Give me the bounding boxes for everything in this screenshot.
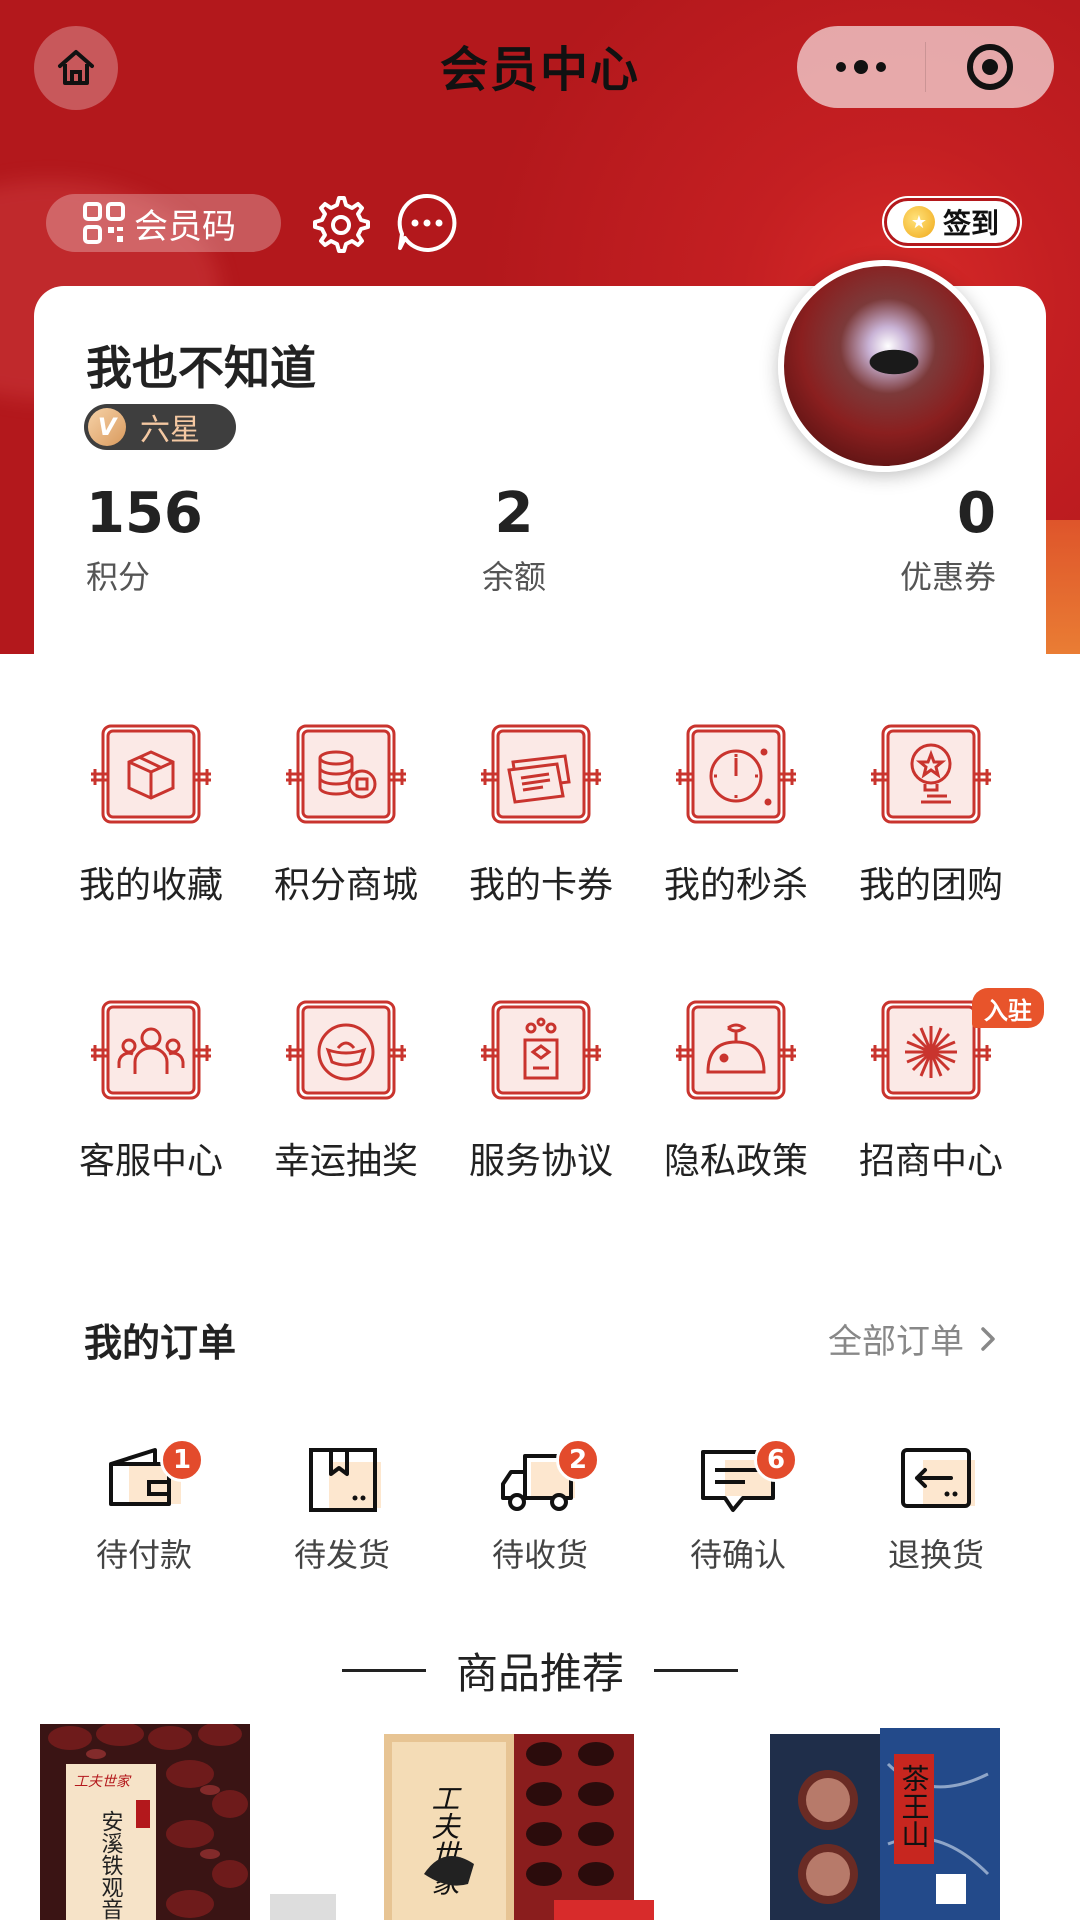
ticket-icon	[481, 724, 601, 824]
more-button[interactable]	[797, 26, 925, 108]
close-miniapp-button[interactable]	[926, 26, 1054, 108]
coupons-stat[interactable]: 0 优惠券	[900, 486, 996, 598]
grid-item-points-mall[interactable]: 积分商城	[251, 722, 441, 908]
order-status-label: 待确认	[689, 1536, 786, 1574]
target-icon	[967, 44, 1013, 90]
product-image-gift-box: 工夫世家	[384, 1734, 654, 1920]
all-orders-link[interactable]: 全部订单	[828, 1314, 996, 1363]
balance-label: 余额	[481, 558, 546, 596]
people-icon	[91, 1000, 211, 1100]
product-image-tieguanyin: 工夫世家 安溪铁观音	[40, 1724, 336, 1920]
grid-item-group-buy[interactable]: 我的团购	[836, 722, 1026, 908]
grid-item-flash-sale[interactable]: 我的秒杀	[641, 722, 831, 908]
order-pending-payment[interactable]: 1 待付款	[84, 1438, 204, 1576]
order-pending-receipt[interactable]: 2 待收货	[480, 1438, 600, 1576]
grid-item-service-agreement[interactable]: 服务协议	[446, 998, 636, 1184]
order-status-label: 待收货	[491, 1536, 588, 1574]
product-image-tea-king-mountain: 茶王山	[770, 1728, 1000, 1920]
chevron-right-icon	[981, 1326, 995, 1351]
service-grid-row-2: 客服中心 幸运抽奖 服务协议 隐私政策 招商中心 入驻	[56, 988, 1044, 1184]
order-status-label: 待付款	[95, 1536, 192, 1574]
recommend-title-text: 商品推荐	[455, 1649, 624, 1698]
grid-label: 我的收藏	[78, 865, 223, 906]
order-status-label: 待发货	[293, 1536, 390, 1574]
contract-icon	[481, 1000, 601, 1100]
product-card[interactable]: 工夫世家 安溪铁观音	[40, 1724, 336, 1920]
member-level-label: 六星	[140, 413, 200, 448]
order-count-badge: 2	[556, 1438, 600, 1482]
product-list: 工夫世家 安溪铁观音 工夫世家 茶王山	[0, 1724, 1080, 1920]
product-name-text: 安溪铁观音	[98, 1810, 124, 1920]
grid-label: 我的秒杀	[663, 865, 808, 906]
coins-icon	[286, 724, 406, 824]
grid-label: 幸运抽奖	[273, 1141, 418, 1182]
member-level-badge[interactable]: V 六星	[84, 404, 236, 450]
member-code-button[interactable]: 会员码	[46, 194, 281, 252]
star-badge-icon	[871, 724, 991, 824]
product-brand-text: 工夫世家	[74, 1774, 132, 1790]
coupons-label: 优惠券	[899, 558, 996, 596]
all-orders-label: 全部订单	[828, 1322, 964, 1362]
username: 我也不知道	[86, 341, 316, 395]
balance-stat[interactable]: 2 余额	[454, 486, 574, 598]
title-divider-right	[654, 1669, 738, 1672]
join-tag: 入驻	[972, 988, 1044, 1028]
grid-item-privacy-policy[interactable]: 隐私政策	[641, 998, 831, 1184]
order-status-row: 1 待付款 待发货 2 待收货 6 待确认 退换货	[84, 1438, 996, 1576]
order-count-badge: 1	[160, 1438, 204, 1482]
product-card[interactable]: 茶王山	[770, 1724, 1020, 1920]
grid-label: 积分商城	[273, 865, 418, 906]
balance-value: 2	[494, 481, 534, 546]
service-grid-row-1: 我的收藏 积分商城 我的卡券 我的秒杀 我的团购	[56, 722, 1026, 908]
grid-item-customer-service[interactable]: 客服中心	[56, 998, 246, 1184]
message-chat-icon[interactable]	[394, 190, 460, 256]
gold-ingot-icon	[286, 1000, 406, 1100]
orders-section-title: 我的订单	[84, 1321, 237, 1365]
grid-item-merchant-center[interactable]: 招商中心 入驻	[836, 988, 1044, 1184]
grid-label: 客服中心	[78, 1141, 223, 1182]
grid-item-my-coupons[interactable]: 我的卡券	[446, 722, 636, 908]
box-icon	[309, 1448, 381, 1512]
order-count-badge: 6	[754, 1438, 798, 1482]
product-name-text: 茶王山	[898, 1764, 931, 1848]
settings-gear-icon[interactable]	[306, 190, 372, 256]
points-value: 156	[86, 481, 203, 546]
qr-code-icon	[83, 202, 125, 244]
avatar[interactable]	[778, 260, 990, 472]
more-icon	[836, 60, 886, 74]
signin-button[interactable]: ★ 签到	[884, 198, 1020, 246]
product-card[interactable]: 工夫世家	[384, 1724, 714, 1920]
order-return-exchange[interactable]: 退换货	[876, 1442, 996, 1576]
mouse-icon	[676, 1000, 796, 1100]
grid-item-lucky-draw[interactable]: 幸运抽奖	[251, 998, 441, 1184]
grid-label: 我的团购	[858, 865, 1003, 906]
grid-label: 隐私政策	[663, 1141, 808, 1182]
coin-icon: ★	[903, 206, 935, 238]
profile-card: 我也不知道 V 六星 156 积分 2 余额 0 优惠券	[34, 260, 1046, 654]
grid-label: 服务协议	[468, 1141, 613, 1182]
order-status-label: 退换货	[887, 1536, 984, 1574]
coupons-value: 0	[957, 481, 996, 546]
order-pending-shipment[interactable]: 待发货	[282, 1442, 402, 1576]
return-icon	[901, 1448, 975, 1508]
grid-label: 招商中心	[858, 1141, 1003, 1182]
signin-label: 签到	[943, 207, 1000, 240]
clock-icon	[676, 724, 796, 824]
miniapp-capsule	[797, 26, 1054, 108]
vip-v-icon: V	[88, 408, 126, 446]
recommend-section-title: 商品推荐	[0, 1640, 1080, 1701]
points-label: 积分	[86, 558, 151, 596]
member-code-label: 会员码	[134, 206, 236, 247]
grid-label: 我的卡券	[468, 865, 613, 906]
points-stat[interactable]: 156 积分	[86, 486, 203, 598]
grid-item-favorites[interactable]: 我的收藏	[56, 722, 246, 908]
order-pending-confirm[interactable]: 6 待确认	[678, 1438, 798, 1576]
package-box-icon	[91, 724, 211, 824]
title-divider-left	[341, 1669, 426, 1672]
